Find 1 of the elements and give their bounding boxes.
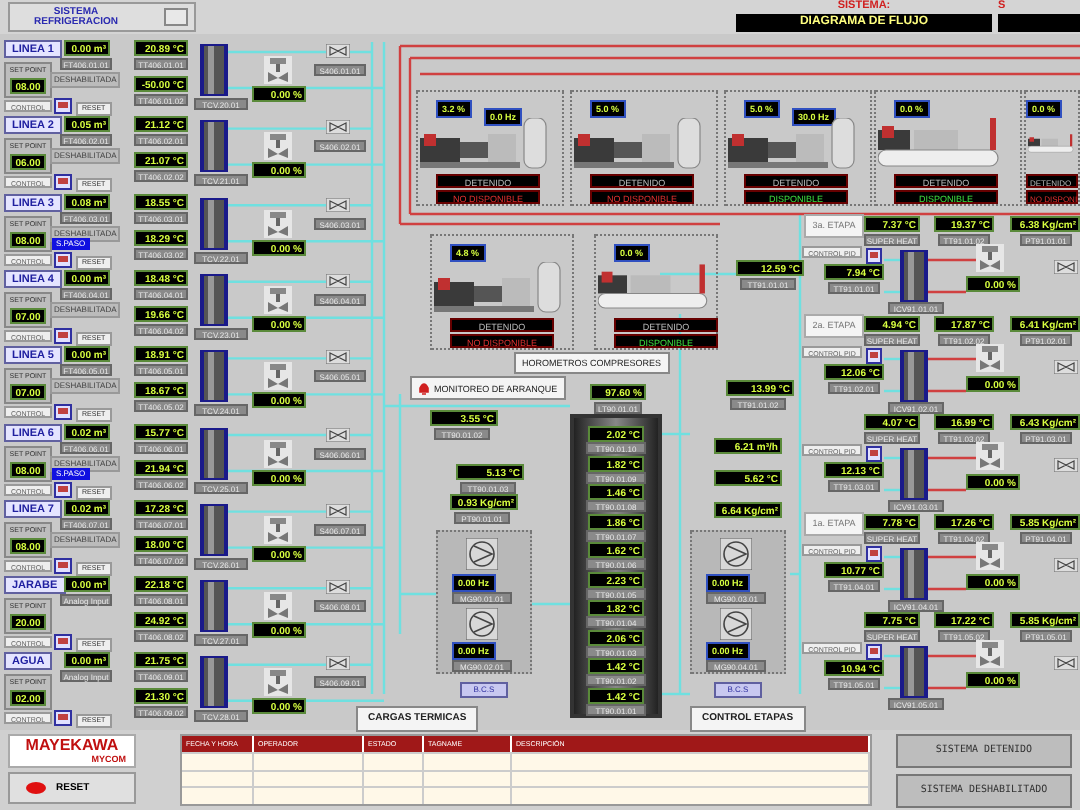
logo-text: MAYEKAWA	[25, 736, 119, 754]
